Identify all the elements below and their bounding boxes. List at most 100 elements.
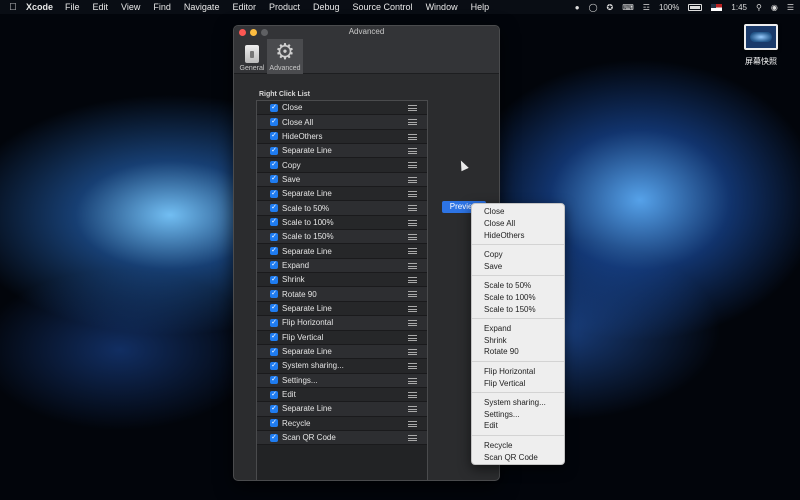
drag-handle-icon[interactable] [408, 420, 417, 427]
menu-view[interactable]: View [121, 2, 140, 12]
menu-navigate[interactable]: Navigate [184, 2, 220, 12]
keyboard-icon[interactable]: ⌨ [622, 3, 634, 12]
list-item[interactable]: ✓ Flip Horizontal [257, 316, 427, 331]
bluetooth-icon[interactable]: ✪ [607, 3, 614, 12]
menu-source-control[interactable]: Source Control [353, 2, 413, 12]
siri-icon[interactable]: ◉ [771, 3, 778, 12]
drag-handle-icon[interactable] [408, 391, 417, 398]
list-item[interactable]: ✓ Scan QR Code [257, 430, 427, 446]
checkbox-checked-icon[interactable]: ✓ [270, 103, 278, 112]
desktop-file-screenshot[interactable]: 屏幕快照 [736, 24, 786, 67]
drag-handle-icon[interactable] [408, 234, 417, 241]
checkbox-checked-icon[interactable]: ✓ [270, 290, 278, 299]
menu-file[interactable]: File [65, 2, 80, 12]
list-item[interactable]: ✓ Shrink [257, 273, 427, 288]
list-item[interactable]: ✓ Copy [257, 158, 427, 173]
context-menu-item[interactable]: Scale to 100% [472, 292, 564, 304]
checkbox-checked-icon[interactable]: ✓ [270, 419, 278, 428]
drag-handle-icon[interactable] [408, 406, 417, 413]
apple-menu-icon[interactable]:  [0, 2, 26, 13]
context-menu-item[interactable]: Scan QR Code [472, 452, 564, 464]
context-menu-item[interactable]: Expand [472, 323, 564, 335]
checkbox-checked-icon[interactable]: ✓ [270, 232, 278, 241]
checkbox-checked-icon[interactable]: ✓ [270, 347, 278, 356]
drag-handle-icon[interactable] [408, 248, 417, 255]
context-menu-item[interactable]: System sharing... [472, 397, 564, 409]
checkbox-checked-icon[interactable]: ✓ [270, 132, 278, 141]
context-menu-item[interactable]: Save [472, 261, 564, 273]
checkbox-checked-icon[interactable]: ✓ [270, 118, 278, 127]
drag-handle-icon[interactable] [408, 191, 417, 198]
list-item[interactable]: ✓ Expand [257, 258, 427, 274]
app-menu-xcode[interactable]: Xcode [26, 2, 53, 12]
context-menu-item[interactable]: Flip Horizontal [472, 366, 564, 378]
drag-handle-icon[interactable] [408, 305, 417, 312]
context-menu-item[interactable]: Recycle [472, 440, 564, 452]
drag-handle-icon[interactable] [408, 434, 417, 441]
menu-edit[interactable]: Edit [93, 2, 109, 12]
drag-handle-icon[interactable] [408, 176, 417, 183]
right-click-list[interactable]: ✓ Close ✓ Close All ✓ HideOthers ✓ Separate Lin… [256, 100, 428, 480]
drag-handle-icon[interactable] [408, 334, 417, 341]
battery-icon[interactable] [688, 3, 703, 11]
battery-percent[interactable]: 100% [659, 3, 679, 12]
checkbox-checked-icon[interactable]: ✓ [270, 404, 278, 413]
notification-center-icon[interactable]: ☰ [787, 3, 794, 12]
menu-editor[interactable]: Editor [232, 2, 256, 12]
context-menu-item[interactable]: Close All [472, 218, 564, 230]
list-item[interactable]: ✓ Edit [257, 387, 427, 403]
checkbox-checked-icon[interactable]: ✓ [270, 161, 278, 170]
checkbox-checked-icon[interactable]: ✓ [270, 318, 278, 327]
drag-handle-icon[interactable] [408, 133, 417, 140]
menu-debug[interactable]: Debug [313, 2, 340, 12]
menu-find[interactable]: Find [153, 2, 171, 12]
drag-handle-icon[interactable] [408, 320, 417, 327]
context-menu-item[interactable]: Scale to 150% [472, 304, 564, 316]
checkbox-checked-icon[interactable]: ✓ [270, 204, 278, 213]
drag-handle-icon[interactable] [408, 348, 417, 355]
menu-help[interactable]: Help [471, 2, 490, 12]
list-item[interactable]: ✓ Separate Line [257, 344, 427, 360]
list-item[interactable]: ✓ HideOthers [257, 129, 427, 145]
input-source-flag-icon[interactable] [711, 3, 723, 11]
drag-handle-icon[interactable] [408, 291, 417, 298]
checkbox-checked-icon[interactable]: ✓ [270, 146, 278, 155]
drag-handle-icon[interactable] [408, 277, 417, 284]
drag-handle-icon[interactable] [408, 219, 417, 226]
list-item[interactable]: ✓ Scale to 150% [257, 230, 427, 245]
list-item[interactable]: ✓ Separate Line [257, 244, 427, 259]
checkbox-checked-icon[interactable]: ✓ [270, 247, 278, 256]
menu-product[interactable]: Product [269, 2, 300, 12]
list-item[interactable]: ✓ Separate Line [257, 144, 427, 159]
list-item[interactable]: ✓ Settings... [257, 373, 427, 388]
tab-general[interactable]: General [237, 39, 267, 74]
context-menu-item[interactable]: Close [472, 206, 564, 218]
list-item[interactable]: ✓ Recycle [257, 416, 427, 431]
checkbox-checked-icon[interactable]: ✓ [270, 218, 278, 227]
list-item[interactable]: ✓ Separate Line [257, 301, 427, 317]
list-item[interactable]: ✓ Flip Vertical [257, 330, 427, 345]
drag-handle-icon[interactable] [408, 262, 417, 269]
checkbox-checked-icon[interactable]: ✓ [270, 175, 278, 184]
context-menu-item[interactable]: HideOthers [472, 230, 564, 242]
list-item[interactable]: ✓ Close [257, 101, 427, 116]
list-item[interactable]: ✓ Save [257, 172, 427, 188]
window-titlebar[interactable]: Advanced [234, 26, 499, 39]
record-icon[interactable]: ● [575, 3, 580, 12]
drag-handle-icon[interactable] [408, 105, 417, 111]
drag-handle-icon[interactable] [408, 377, 417, 384]
checkbox-checked-icon[interactable]: ✓ [270, 433, 278, 442]
app-status-icon[interactable]: ◯ [589, 3, 598, 12]
context-menu-item[interactable]: Settings... [472, 409, 564, 421]
context-menu-item[interactable]: Rotate 90 [472, 346, 564, 358]
checkbox-checked-icon[interactable]: ✓ [270, 275, 278, 284]
context-menu-item[interactable]: Copy [472, 249, 564, 261]
list-item[interactable]: ✓ Rotate 90 [257, 287, 427, 302]
drag-handle-icon[interactable] [408, 148, 417, 155]
checkbox-checked-icon[interactable]: ✓ [270, 189, 278, 198]
list-item[interactable]: ✓ System sharing... [257, 359, 427, 374]
checkbox-checked-icon[interactable]: ✓ [270, 376, 278, 385]
context-menu-item[interactable]: Scale to 50% [472, 280, 564, 292]
list-item[interactable]: ✓ Close All [257, 115, 427, 130]
drag-handle-icon[interactable] [408, 363, 417, 370]
